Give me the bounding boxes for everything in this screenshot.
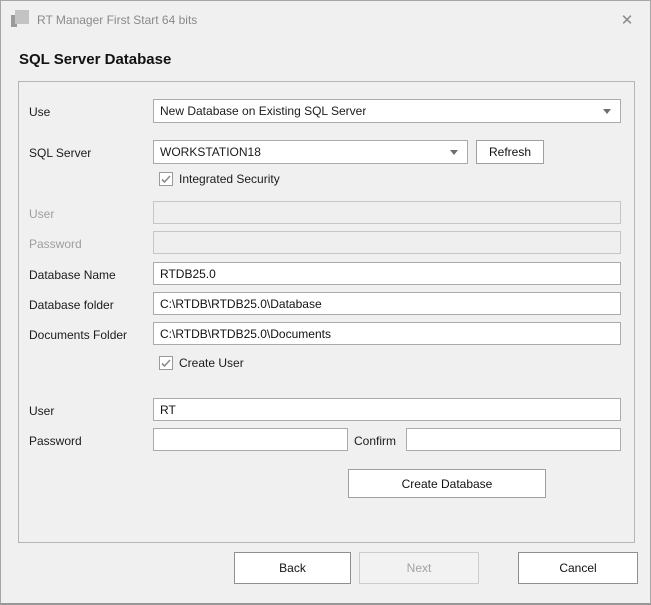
new-password-field[interactable] [153,428,348,451]
check-icon [161,359,171,368]
refresh-button[interactable]: Refresh [476,140,544,164]
documents-folder-label: Documents Folder [29,328,127,342]
new-user-field[interactable] [153,398,621,421]
database-name-field[interactable] [153,262,621,285]
server-user-label: User [29,207,54,221]
window-title: RT Manager First Start 64 bits [37,13,197,27]
integrated-security-checkbox[interactable]: Integrated Security [159,172,280,186]
close-icon[interactable]: ✕ [615,9,639,31]
database-folder-label: Database folder [29,298,114,312]
confirm-password-field[interactable] [406,428,621,451]
title-bar: RT Manager First Start 64 bits ✕ [1,1,650,37]
create-database-button[interactable]: Create Database [348,469,546,498]
database-folder-field[interactable] [153,292,621,315]
confirm-password-label: Confirm [354,434,396,448]
sql-server-label: SQL Server [29,146,91,160]
page-title: SQL Server Database [19,51,171,68]
create-user-label: Create User [179,356,244,370]
documents-folder-field[interactable] [153,322,621,345]
chevron-down-icon [450,150,458,155]
checkbox-box [159,172,173,186]
server-password-field [153,231,621,254]
dialog-window: RT Manager First Start 64 bits ✕ SQL Ser… [0,0,651,605]
app-icon [11,10,31,28]
sql-server-dropdown[interactable]: WORKSTATION18 [153,140,468,164]
back-button[interactable]: Back [234,552,351,584]
use-dropdown-value: New Database on Existing SQL Server [160,104,366,118]
sql-server-dropdown-value: WORKSTATION18 [160,145,261,159]
database-name-label: Database Name [29,268,116,282]
next-button: Next [359,552,479,584]
checkbox-box [159,356,173,370]
server-password-label: Password [29,237,82,251]
new-password-label: Password [29,434,82,448]
use-dropdown[interactable]: New Database on Existing SQL Server [153,99,621,123]
use-label: Use [29,105,50,119]
create-user-checkbox[interactable]: Create User [159,356,244,370]
new-user-label: User [29,404,54,418]
cancel-button[interactable]: Cancel [518,552,638,584]
chevron-down-icon [603,109,611,114]
integrated-security-label: Integrated Security [179,172,280,186]
check-icon [161,175,171,184]
server-user-field [153,201,621,224]
